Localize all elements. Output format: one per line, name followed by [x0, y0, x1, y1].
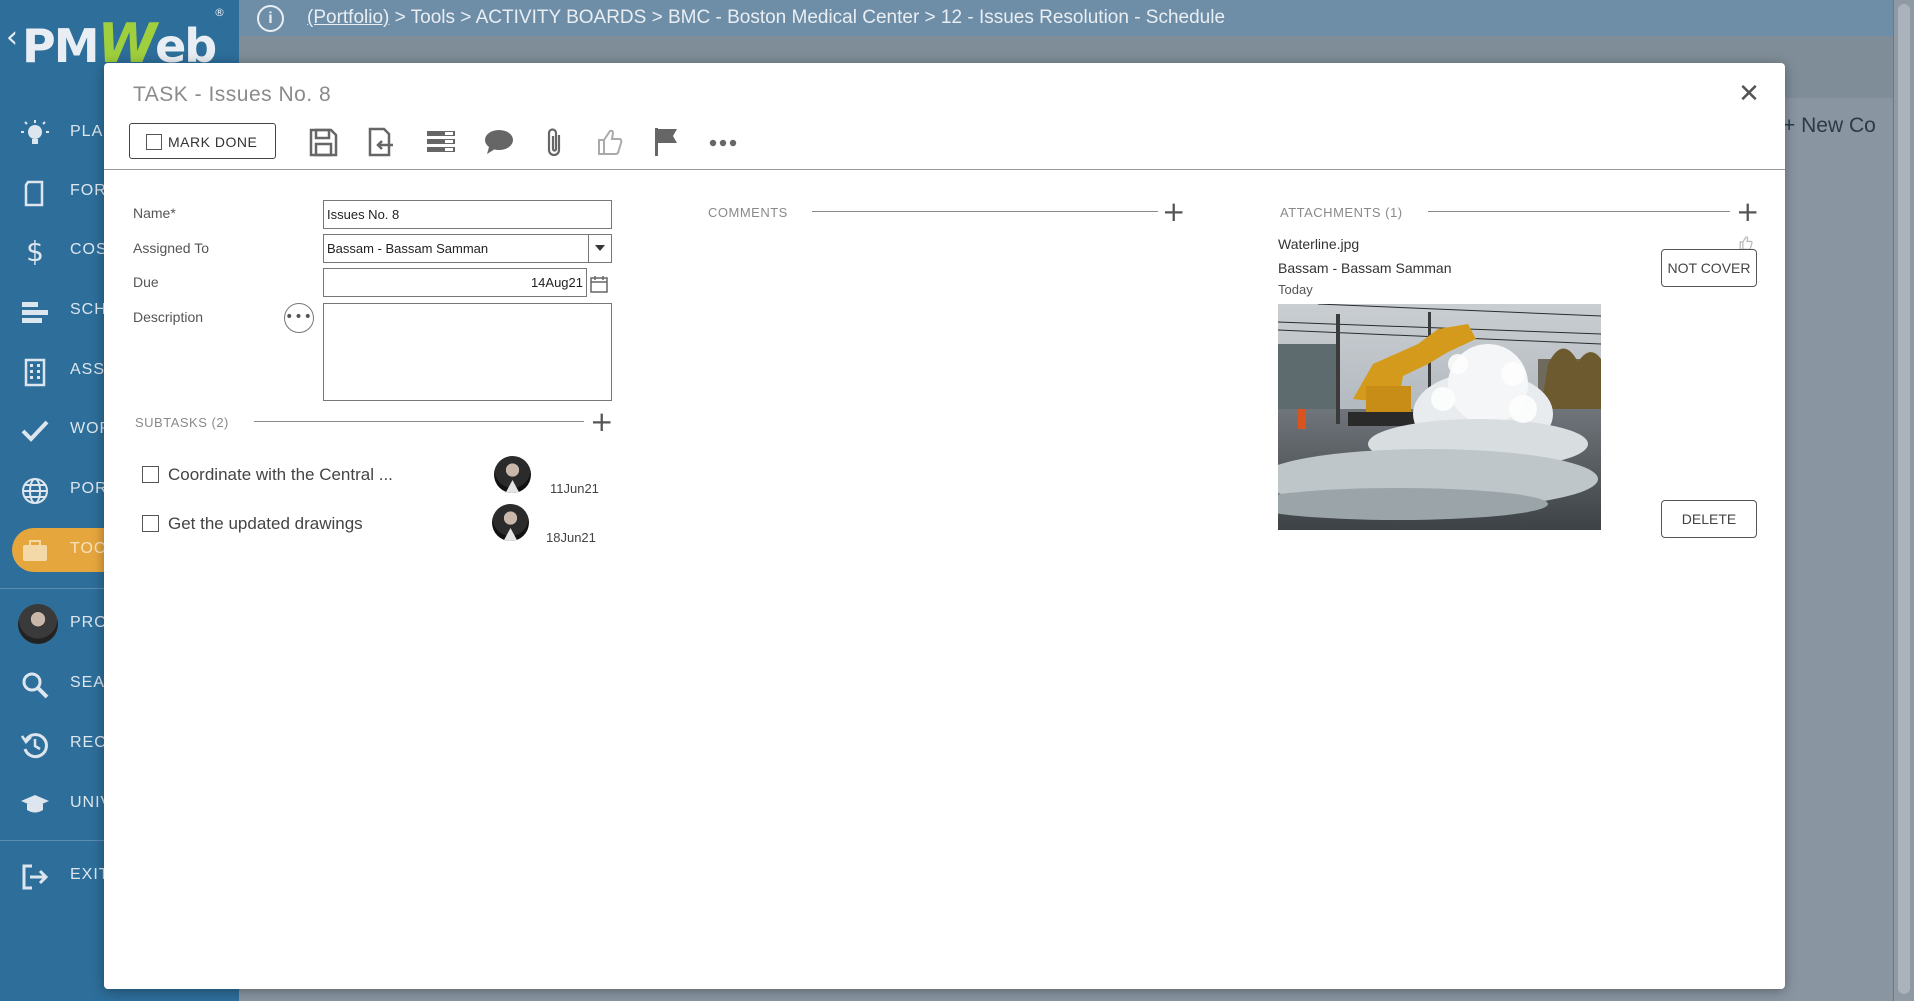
schedule-bars-icon: [20, 297, 50, 327]
due-label: Due: [133, 274, 159, 290]
info-icon[interactable]: i: [257, 5, 284, 32]
breadcrumb-bar: i (Portfolio) > Tools > ACTIVITY BOARDS …: [239, 0, 1914, 36]
mark-done-button[interactable]: MARK DONE: [129, 123, 276, 159]
due-date-field[interactable]: 14Aug21: [323, 268, 587, 297]
close-icon[interactable]: ✕: [1734, 79, 1764, 109]
comment-icon[interactable]: [480, 123, 518, 161]
dialog-title: TASK - Issues No. 8: [133, 83, 332, 106]
breadcrumb: (Portfolio) > Tools > ACTIVITY BOARDS > …: [307, 7, 1225, 29]
assigned-to-select[interactable]: Bassam - Bassam Samman: [323, 234, 612, 263]
name-field[interactable]: Issues No. 8: [323, 200, 612, 229]
avatar: [494, 456, 531, 493]
export-icon[interactable]: [360, 123, 398, 161]
attachment-uploader: Bassam - Bassam Samman: [1278, 260, 1452, 276]
subtask-checkbox[interactable]: [142, 466, 159, 483]
comments-divider: [812, 211, 1158, 212]
attachments-header: ATTACHMENTS (1): [1280, 205, 1403, 220]
subtask-text[interactable]: Get the updated drawings: [168, 514, 363, 534]
not-cover-button[interactable]: NOT COVER: [1661, 249, 1757, 287]
mark-done-checkbox[interactable]: [146, 134, 162, 150]
toolbar-divider: [104, 169, 1785, 170]
task-dialog: TASK - Issues No. 8 ✕ MARK DONE Name* Is…: [104, 63, 1785, 989]
sidebar-item-label: TOO: [70, 540, 108, 557]
subtasks-header: SUBTASKS (2): [135, 415, 229, 430]
description-more-icon[interactable]: •••: [284, 303, 314, 333]
briefcase-icon: [20, 536, 50, 566]
layout-icon[interactable]: [422, 123, 460, 161]
delete-attachment-button[interactable]: DELETE: [1661, 500, 1757, 538]
name-label: Name*: [133, 205, 176, 221]
page-scrollbar[interactable]: [1893, 0, 1914, 1001]
add-attachment-icon[interactable]: +: [1736, 198, 1759, 226]
save-icon[interactable]: [304, 123, 342, 161]
history-icon: [20, 730, 50, 760]
sidebar-item-label: REC: [70, 734, 107, 751]
subtask-date: 18Jun21: [546, 530, 596, 545]
dollar-icon: $: [26, 235, 44, 268]
scrollbar-thumb[interactable]: [1898, 4, 1910, 994]
building-icon: [20, 357, 50, 387]
subtask-date: 11Jun21: [550, 481, 599, 496]
description-label: Description: [133, 309, 204, 325]
registered-mark: ®: [214, 6, 225, 19]
add-comment-icon[interactable]: +: [1162, 198, 1185, 226]
back-chevron-icon[interactable]: ‹: [6, 20, 18, 55]
search-icon: [20, 670, 50, 700]
logo-text: PM: [22, 19, 99, 73]
assigned-to-label: Assigned To: [133, 240, 210, 256]
chevron-down-icon[interactable]: [588, 234, 611, 262]
more-icon[interactable]: [704, 123, 742, 161]
attachments-divider: [1428, 211, 1730, 212]
comments-header: COMMENTS: [708, 205, 788, 220]
avatar: [18, 604, 58, 644]
description-textarea[interactable]: [323, 303, 612, 401]
add-subtask-icon[interactable]: +: [590, 408, 613, 436]
form-icon: [20, 178, 50, 208]
calendar-icon[interactable]: [589, 274, 609, 294]
attachment-date: Today: [1278, 282, 1313, 297]
globe-icon: [20, 476, 50, 506]
attach-icon[interactable]: [535, 123, 573, 161]
lightbulb-icon: [20, 119, 50, 149]
breadcrumb-path: > Tools > ACTIVITY BOARDS > BMC - Boston…: [389, 7, 1226, 28]
avatar: [492, 504, 529, 541]
attachment-filename[interactable]: Waterline.jpg: [1278, 236, 1359, 252]
like-icon[interactable]: [591, 123, 629, 161]
graduation-cap-icon: [20, 790, 50, 820]
subtask-checkbox[interactable]: [142, 515, 159, 532]
breadcrumb-portfolio-link[interactable]: (Portfolio): [307, 7, 389, 28]
mark-done-label: MARK DONE: [168, 134, 258, 150]
attachment-thumbnail[interactable]: [1278, 304, 1601, 530]
sidebar-item-label: PRO: [70, 614, 108, 631]
exit-icon: [20, 862, 50, 892]
checkmark-icon: [20, 416, 50, 446]
new-column-button[interactable]: + New Co: [1783, 114, 1876, 138]
flag-icon[interactable]: [647, 123, 685, 161]
subtasks-divider: [254, 421, 584, 422]
subtask-text[interactable]: Coordinate with the Central ...: [168, 465, 393, 485]
